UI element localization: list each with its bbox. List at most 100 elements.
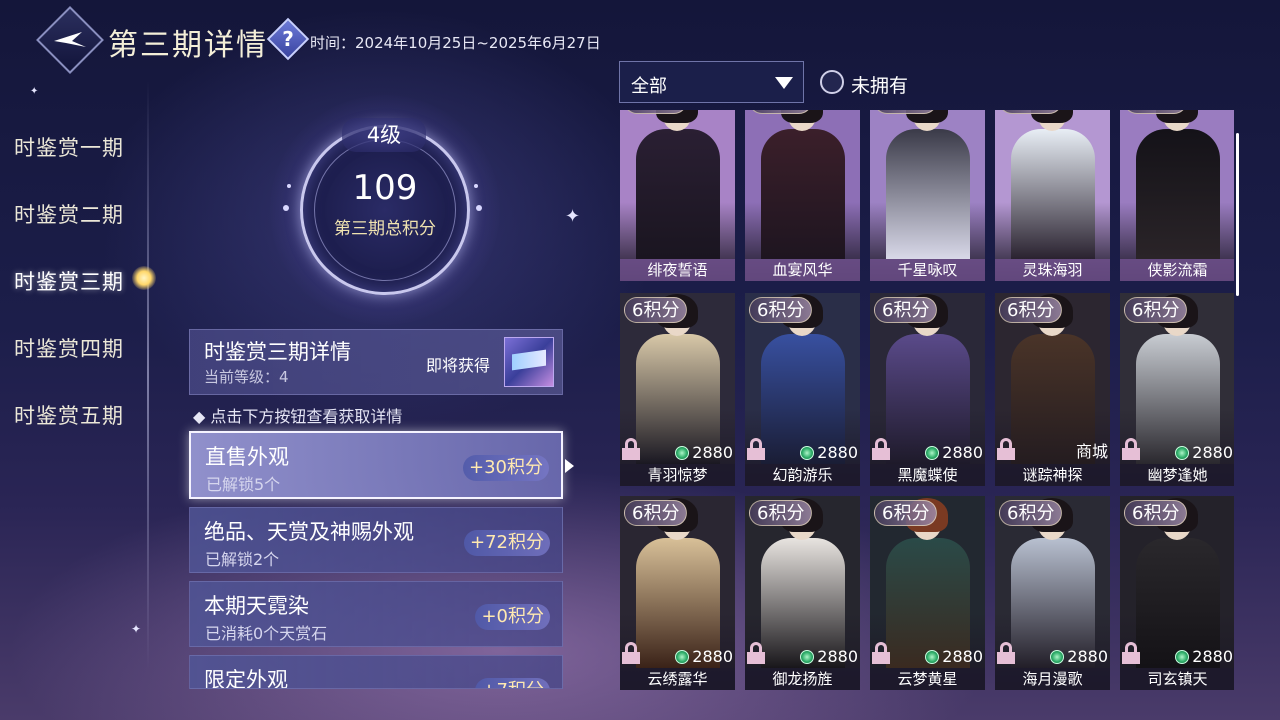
outfit-name: 青羽惊梦	[620, 464, 735, 486]
outfit-card[interactable]: 6积分 2880 幻韵游乐	[745, 293, 860, 486]
lock-icon	[997, 642, 1015, 664]
nav-divider	[147, 80, 149, 670]
outfit-price: 商城	[1076, 438, 1108, 462]
outfit-card[interactable]: 6积分 2880 御龙扬旌	[745, 496, 860, 690]
task-title: 限定外观	[204, 668, 288, 689]
jade-coin-icon	[1175, 649, 1190, 664]
task-subtitle: 已消耗0个天赏石	[205, 624, 328, 643]
task-subtitle: 已解锁2个	[205, 550, 280, 569]
lock-icon	[1122, 438, 1140, 460]
outfit-card[interactable]: 5积分千星咏叹	[870, 110, 985, 281]
outfit-points-badge: 6积分	[624, 297, 688, 323]
task-subtitle: 已解锁5个	[206, 475, 281, 494]
outfit-price-value: 商城	[1075, 442, 1108, 461]
lock-icon	[747, 642, 765, 664]
outfit-price-value: 2880	[1067, 647, 1108, 666]
task-dye[interactable]: 本期天霓染 已消耗0个天赏石 +0积分	[189, 581, 563, 647]
outfit-card[interactable]: 6积分 2880 海月漫歌	[995, 496, 1110, 690]
back-arrow-icon	[50, 24, 90, 56]
total-score: 109	[352, 168, 418, 208]
ring-dot	[476, 205, 482, 211]
ring-dot	[474, 184, 478, 188]
lock-icon	[622, 642, 640, 664]
nav-item-period-1[interactable]: 时鉴赏一期	[14, 132, 124, 162]
outfit-name: 海月漫歌	[995, 668, 1110, 690]
ring-dot	[287, 184, 291, 188]
outfit-figure-body	[761, 129, 845, 259]
outfit-figure-body	[1136, 129, 1220, 259]
outfit-price: 2880	[675, 647, 733, 666]
nav-item-period-3[interactable]: 时鉴赏三期	[14, 266, 124, 296]
level-ring-inner	[314, 139, 456, 281]
task-direct-sale[interactable]: 直售外观 已解锁5个 +30积分	[189, 431, 563, 499]
outfit-card[interactable]: 6积分 2880 云绣露华	[620, 496, 735, 690]
outfit-price: 2880	[675, 443, 733, 462]
task-points-badge: +7积分	[475, 678, 550, 688]
nav-item-period-5[interactable]: 时鉴赏五期	[14, 400, 124, 430]
unowned-radio[interactable]	[820, 70, 844, 94]
outfit-price-value: 2880	[1192, 647, 1233, 666]
nav-item-period-4[interactable]: 时鉴赏四期	[14, 333, 124, 363]
outfit-price: 2880	[925, 647, 983, 666]
outfit-card[interactable]: 6积分 2880 青羽惊梦	[620, 293, 735, 486]
outfit-price: 2880	[800, 647, 858, 666]
outfit-card[interactable]: 6积分 2880 云梦黄星	[870, 496, 985, 690]
task-title: 直售外观	[205, 445, 289, 469]
nav-item-period-2[interactable]: 时鉴赏二期	[14, 199, 124, 229]
outfit-price-value: 2880	[692, 647, 733, 666]
outfit-name: 黑魔蝶使	[870, 464, 985, 486]
outfit-points-badge: 5积分	[1124, 110, 1188, 114]
outfit-figure-body	[886, 129, 970, 259]
jade-coin-icon	[675, 445, 690, 460]
lock-icon	[997, 438, 1015, 460]
outfit-card[interactable]: 5积分侠影流霜	[1120, 110, 1234, 281]
task-limited-outfits[interactable]: 限定外观 +7积分	[189, 655, 563, 689]
outfit-price-value: 2880	[817, 647, 858, 666]
outfit-points-badge: 6积分	[624, 500, 688, 526]
lock-icon	[872, 642, 890, 664]
outfit-points-badge: 5积分	[749, 110, 813, 114]
task-points-badge: +72积分	[464, 530, 550, 556]
outfit-card[interactable]: 6积分 2880 黑魔蝶使	[870, 293, 985, 486]
outfit-price-value: 2880	[817, 443, 858, 462]
outfit-card[interactable]: 5积分血宴风华	[745, 110, 860, 281]
outfit-card[interactable]: 6积分商城谜踪神探	[995, 293, 1110, 486]
outfit-price-value: 2880	[692, 443, 733, 462]
lock-icon	[872, 438, 890, 460]
outfit-price: 2880	[1050, 647, 1108, 666]
outfit-name: 千星咏叹	[870, 259, 985, 281]
outfit-name: 幽梦逢她	[1120, 464, 1234, 486]
jade-coin-icon	[925, 649, 940, 664]
outfit-figure-body	[1011, 129, 1095, 259]
outfit-card[interactable]: 5积分灵珠海羽	[995, 110, 1110, 281]
outfit-points-badge: 5积分	[999, 110, 1063, 114]
outfit-price: 2880	[800, 443, 858, 462]
lock-icon	[622, 438, 640, 460]
outfit-grid[interactable]: 5积分绯夜誓语5积分血宴风华5积分千星咏叹5积分灵珠海羽5积分侠影流霜6积分28…	[619, 110, 1234, 690]
jade-coin-icon	[925, 445, 940, 460]
help-icon[interactable]: ?	[273, 24, 303, 54]
task-points-badge: +30积分	[463, 455, 549, 481]
chevron-down-icon	[775, 77, 793, 89]
outfit-card[interactable]: 6积分 2880 幽梦逢她	[1120, 293, 1234, 486]
jade-coin-icon	[675, 649, 690, 664]
unowned-label[interactable]: 未拥有	[851, 71, 908, 98]
selected-arrow-icon	[565, 459, 574, 473]
task-premium-outfits[interactable]: 绝品、天赏及神赐外观 已解锁2个 +72积分	[189, 507, 563, 573]
outfit-name: 谜踪神探	[995, 464, 1110, 486]
total-score-caption: 第三期总积分	[334, 219, 436, 239]
outfit-points-badge: 6积分	[999, 297, 1063, 323]
grid-scrollbar[interactable]	[1236, 133, 1239, 296]
current-level: 当前等级：4	[204, 368, 289, 386]
outfit-card[interactable]: 6积分 2880 司玄镇天	[1120, 496, 1234, 690]
outfit-name: 幻韵游乐	[745, 464, 860, 486]
sparkle-icon: ✦	[30, 86, 39, 97]
outfit-name: 云绣露华	[620, 668, 735, 690]
outfit-points-badge: 6积分	[749, 500, 813, 526]
outfit-price: 2880	[925, 443, 983, 462]
outfit-card[interactable]: 5积分绯夜誓语	[620, 110, 735, 281]
task-title: 本期天霓染	[204, 594, 309, 618]
sparkle-icon: ✦	[565, 206, 581, 227]
level-badge: 4级	[342, 118, 426, 152]
jade-coin-icon	[800, 445, 815, 460]
